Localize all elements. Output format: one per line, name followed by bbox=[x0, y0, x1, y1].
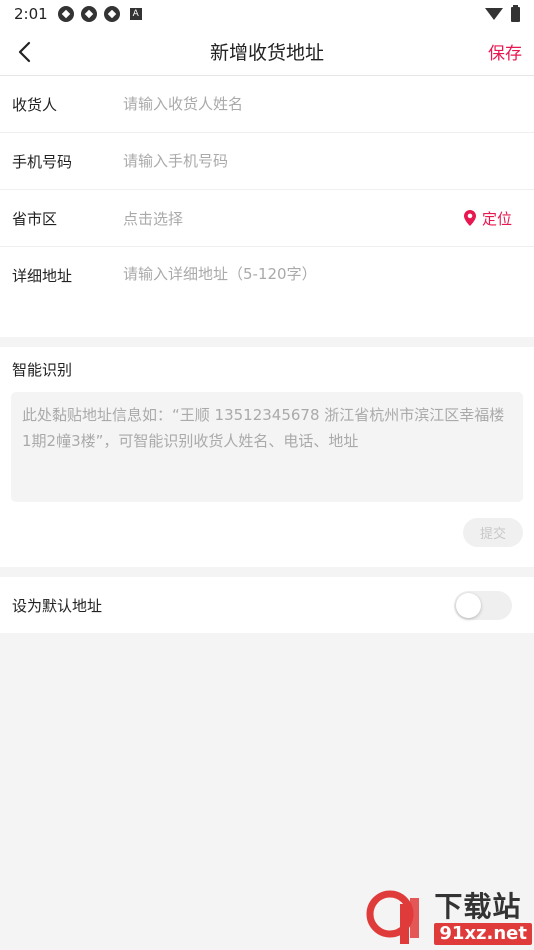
notification-app-icon bbox=[103, 6, 120, 22]
watermark: 下载站 91xz.net bbox=[366, 890, 532, 946]
save-button[interactable]: 保存 bbox=[488, 39, 522, 64]
region-label: 省市区 bbox=[12, 209, 58, 228]
notification-app-icon bbox=[80, 6, 97, 22]
watermark-text: 下载站 91xz.net bbox=[434, 891, 532, 945]
notification-app-icon bbox=[57, 6, 74, 22]
phone-label: 手机号码 bbox=[12, 152, 73, 171]
default-address-toggle[interactable] bbox=[454, 590, 512, 620]
watermark-logo bbox=[366, 890, 420, 944]
detail-input[interactable] bbox=[123, 265, 522, 283]
wifi-icon bbox=[485, 8, 503, 20]
app-header: 新增收货地址 保存 bbox=[0, 28, 534, 76]
name-row: 收货人 bbox=[0, 76, 534, 133]
name-input[interactable] bbox=[123, 95, 522, 113]
phone-input[interactable] bbox=[123, 152, 522, 170]
status-bar: 2:01 A bbox=[0, 0, 534, 28]
address-form: 收货人 手机号码 省市区 点击选择 定位 详细地址 bbox=[0, 76, 534, 337]
watermark-big: 下载站 bbox=[434, 890, 522, 923]
back-arrow-icon bbox=[18, 41, 31, 62]
smart-recognition-textarea[interactable] bbox=[11, 392, 523, 502]
smart-recognition-title: 智能识别 bbox=[12, 361, 73, 379]
notification-a-icon: A bbox=[129, 8, 142, 20]
notification-icons: A bbox=[57, 6, 142, 22]
region-selector[interactable]: 点击选择 bbox=[123, 208, 464, 229]
name-label: 收货人 bbox=[12, 95, 58, 114]
toggle-knob bbox=[456, 592, 481, 618]
default-address-label: 设为默认地址 bbox=[12, 596, 103, 615]
smart-recognition-section: 智能识别 提交 bbox=[0, 347, 534, 567]
submit-wrap: 提交 bbox=[11, 518, 523, 547]
phone-row: 手机号码 bbox=[0, 133, 534, 190]
location-pin-icon bbox=[463, 210, 476, 226]
back-button[interactable] bbox=[0, 28, 48, 76]
detail-row: 详细地址 bbox=[0, 247, 534, 337]
section-divider bbox=[0, 567, 534, 577]
status-time: 2:01 bbox=[14, 5, 48, 23]
section-divider bbox=[0, 337, 534, 347]
default-address-row: 设为默认地址 bbox=[0, 577, 534, 633]
watermark-small: 91xz.net bbox=[434, 923, 532, 945]
region-row[interactable]: 省市区 点击选择 定位 bbox=[0, 190, 534, 247]
locate-button[interactable]: 定位 bbox=[463, 208, 512, 229]
submit-button[interactable]: 提交 bbox=[463, 518, 523, 547]
detail-label: 详细地址 bbox=[12, 267, 73, 285]
battery-icon bbox=[511, 4, 520, 22]
page-title: 新增收货地址 bbox=[209, 42, 324, 64]
locate-label: 定位 bbox=[481, 209, 512, 228]
